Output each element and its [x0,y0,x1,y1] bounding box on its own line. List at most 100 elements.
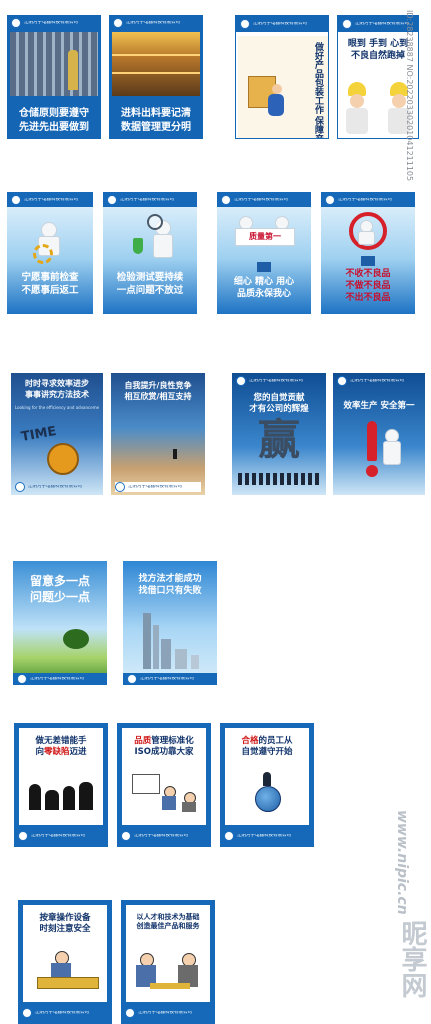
logo-icon [22,1008,32,1018]
flask-icon [133,238,143,254]
storage-photo [112,32,200,96]
time-text: TIME [19,424,58,445]
slogan-line: 自觉遵守开始 [241,747,293,758]
exclamation-dot-icon [366,465,378,477]
small-logo-badge [257,262,271,272]
slogan-line: 自我提升/良性竞争 [124,381,192,390]
company-logo-footer: 江阴河宇电器科技有限公司 [17,674,103,684]
handshake-illustration [134,953,202,993]
watermark-url: www.nipic.cn [394,810,410,915]
climber-icon [173,449,177,459]
presentation-illustration [130,774,198,814]
business-people [238,473,320,485]
slogan-line: 仓储原则要遵守 [19,108,89,119]
poster-attention: 留意多一点 问题少一点 江阴河宇电器科技有限公司 [13,561,107,685]
logo-icon [15,482,25,492]
logo-icon [115,482,125,492]
globe-icon [255,786,281,812]
poster-packaging-quality: 江阴河宇电器科技有限公司 做好产品包装工作 保障产品最终质量 [235,15,329,139]
company-logo: 江阴河宇电器科技有限公司 [11,18,97,28]
quality-first-banner: 质量第一 [235,228,295,246]
logo-icon [18,831,28,841]
logo-icon [11,195,21,205]
slogan-line: 找方法才能成功 [138,574,202,584]
slogan-line: 保障产品最终质量 [312,116,324,138]
logo-icon [17,674,27,684]
logo-icon [224,831,234,841]
poster-self-improvement: 自我提升/良性竞争 相互欣赏/相互支持 江阴河宇电器科技有限公司 [111,373,205,495]
company-logo: 江阴河宇电器科技有限公司 [342,19,414,29]
watermark-logo: 昵享网 [397,920,427,998]
company-logo: 江阴河宇电器科技有限公司 [236,376,322,386]
slogan-line: 细心 精心 用心 [233,277,295,287]
slogan-line: 您的自觉贡献 [253,393,305,403]
poster-safety-first: 江阴河宇电器科技有限公司 效率生产 安全第一 [333,373,425,495]
operator-illustration [33,951,99,991]
slogan-line: 时刻注意安全 [39,924,91,935]
slogan-subtitle: Looking for the efficiency and advanceme… [15,405,99,410]
logo-icon [127,674,137,684]
company-logo-footer: 江阴河宇电器科技有限公司 [115,482,201,492]
slogan-line: 做无差错能手 [35,736,87,746]
poster-efficiency-time: 时时寻求效率进步 事事讲究方法技术 Looking for the effici… [11,373,103,495]
exclamation-icon [367,421,377,461]
poster-talent-technology: 以人才和技术为基础 创造最佳产品和服务 江阴河宇电器科技有限公司 [121,900,215,1024]
tree-icon [63,629,89,649]
clock-icon [47,443,79,475]
logo-icon [125,1008,135,1018]
slogan-line: 找借口只有失败 [138,586,202,597]
gear-icon [33,244,53,264]
poster-contribution-win: 江阴河宇电器科技有限公司 您的自觉贡献 才有公司的辉煌 赢 [232,373,326,495]
poster-qualified-staff: 合格的员工从 自觉遵守开始 江阴河宇电器科技有限公司 [220,723,314,847]
company-logo-footer: 江阴河宇电器科技有限公司 [125,1008,211,1018]
poster-inspection: 江阴河宇电器科技有限公司 检验测试要持续 一点问题不放过 [103,192,197,314]
slogan-line: 合格的员工从 [241,736,293,746]
company-logo: 江阴河宇电器科技有限公司 [221,195,307,205]
company-logo-footer: 江阴河宇电器科技有限公司 [18,831,104,841]
logo-icon [342,19,352,29]
company-logo-footer: 江阴河宇电器科技有限公司 [121,831,207,841]
warehouse-photo [10,32,98,96]
poster-check-before: 江阴河宇电器科技有限公司 宁愿事前检查 不愿事后返工 [7,192,93,314]
slogan-line: 留意多一点 [29,574,90,588]
slogan-line: 问题少一点 [29,590,90,605]
company-logo-footer: 江阴河宇电器科技有限公司 [15,482,99,492]
slogan-line: ISO成功靠大家 [134,747,194,758]
slogan-line: 宁愿事前检查 [21,272,79,283]
company-logo: 江阴河宇电器科技有限公司 [11,195,89,205]
company-logo-footer: 江阴河宇电器科技有限公司 [224,831,310,841]
slogan-line: 事事讲究方法技术 [25,389,89,399]
slogan-line: 不做不良品 [345,281,391,292]
slogan-line: 时时寻求效率进步 [25,379,89,388]
slogan-line: 做好产品包装工作 [313,42,323,114]
slogan-line: 不出不良品 [345,293,391,304]
company-logo-footer: 江阴河宇电器科技有限公司 [127,674,213,684]
poster-methods-success: 找方法才能成功 找借口只有失败 江阴河宇电器科技有限公司 [123,561,217,685]
logo-icon [107,195,117,205]
slogan-line: 不收不良品 [345,269,391,279]
company-logo-footer: 江阴河宇电器科技有限公司 [22,1008,108,1018]
slogan-line: 效率生产 安全第一 [343,401,415,411]
logo-icon [221,195,231,205]
poster-warehouse-fifo: 江阴河宇电器科技有限公司 仓储原则要遵守 先进先出要做到 [7,15,101,139]
slogan-line: 不愿事后返工 [21,284,79,296]
logo-icon [113,18,123,28]
slogan-line: 相互欣赏/相互支持 [124,391,192,401]
logo-icon [236,376,246,386]
slogan-line: 创造最佳产品和服务 [136,922,200,931]
company-logo: 江阴河宇电器科技有限公司 [325,195,411,205]
city-skyline [131,609,209,669]
meeting-silhouettes [27,776,95,810]
slogan-line: 一点问题不放过 [116,284,184,296]
company-logo: 江阴河宇电器科技有限公司 [337,376,421,386]
logo-icon [325,195,335,205]
slogan-line: 数据管理更分明 [121,121,191,133]
logo-icon [11,18,21,28]
slogan-line: 按章操作设备 [39,913,91,923]
slogan-line: 检验测试要持续 [116,272,184,283]
logo-icon [121,831,131,841]
poster-quality-first: 江阴河宇电器科技有限公司 质量第一 细心 精心 用心 品质永保我心 [217,192,311,314]
person-on-globe-icon [263,772,271,786]
logo-icon [240,19,250,29]
small-logo-badge [361,256,375,266]
